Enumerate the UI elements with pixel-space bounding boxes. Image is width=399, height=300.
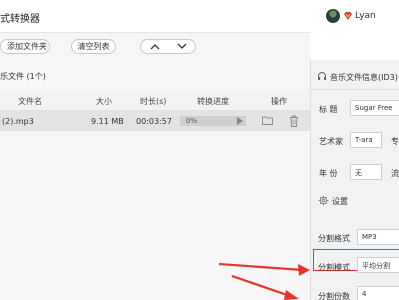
table-header: 文件名 大小 时长(s) 转换进度 操作 [0, 90, 310, 111]
column-header-size: 大小 [96, 97, 112, 106]
column-header-action: 操作 [271, 97, 287, 106]
chevron-down-icon [177, 43, 186, 49]
chevron-up-icon [150, 44, 159, 50]
settings-label: 设置 [332, 197, 348, 206]
user-avatar[interactable] [326, 9, 340, 23]
year-label: 年 份 [319, 169, 338, 178]
file-size: 9.11 MB [91, 117, 124, 126]
column-header-duration: 时长(s) [140, 97, 167, 106]
split-mode-select[interactable]: 平均分割 [357, 257, 399, 273]
artist-label: 艺术家 [319, 137, 343, 146]
list-title: 乐文件 (1个) [0, 72, 46, 81]
play-icon[interactable] [237, 117, 243, 125]
file-list-panel: 乐文件 (1个) 文件名 大小 时长(s) 转换进度 操作 (2).mp3 9.… [0, 60, 310, 300]
file-name: (2).mp3 [2, 117, 34, 126]
file-duration: 00:03:57 [136, 117, 172, 126]
gear-icon [318, 195, 329, 206]
album-label: 专 [391, 137, 399, 146]
genre-label: 流 [391, 169, 399, 178]
clear-list-button[interactable]: 清空列表 [71, 39, 116, 54]
add-folder-button[interactable]: 添加文件夹 [0, 39, 50, 54]
id3-title: 音乐文件信息(ID3) [330, 73, 398, 82]
split-mode-label: 分割模式 [318, 263, 350, 272]
column-header-name: 文件名 [18, 97, 42, 106]
settings-header[interactable]: 设置 [311, 190, 399, 212]
metadata-panel: 音乐文件信息(ID3) 标 题 Sugar Free 艺术家 T-ara 专 年… [310, 60, 399, 300]
split-count-field[interactable]: 4 [357, 286, 399, 300]
title-bar: 式转换器 Lyan [0, 0, 399, 32]
toolbar: 添加文件夹 清空列表 [0, 32, 310, 60]
app-title: 式转换器 [0, 14, 40, 25]
headphone-icon [318, 72, 326, 80]
table-row[interactable]: (2).mp3 9.11 MB 00:03:57 0% [0, 111, 310, 131]
move-down-button[interactable] [168, 40, 195, 53]
column-header-progress: 转换进度 [197, 97, 229, 106]
year-field[interactable]: 无 [350, 164, 382, 180]
artist-field[interactable]: T-ara [350, 132, 382, 148]
title-field[interactable]: Sugar Free [350, 100, 399, 116]
conversion-progress-bar: 0% [180, 116, 246, 126]
progress-text: 0% [186, 117, 198, 125]
title-label: 标 题 [319, 105, 338, 114]
split-format-select[interactable]: MP3 [357, 229, 399, 245]
divider [311, 89, 399, 90]
move-buttons [140, 39, 196, 54]
move-up-button[interactable] [141, 40, 168, 53]
split-count-label: 分割份数 [318, 292, 350, 300]
split-format-label: 分割格式 [318, 234, 350, 243]
username[interactable]: Lyan [355, 11, 376, 21]
delete-icon[interactable] [289, 115, 299, 127]
vip-badge-icon [344, 12, 352, 20]
open-folder-icon[interactable] [262, 116, 273, 125]
id3-header: 音乐文件信息(ID3) [311, 66, 399, 88]
